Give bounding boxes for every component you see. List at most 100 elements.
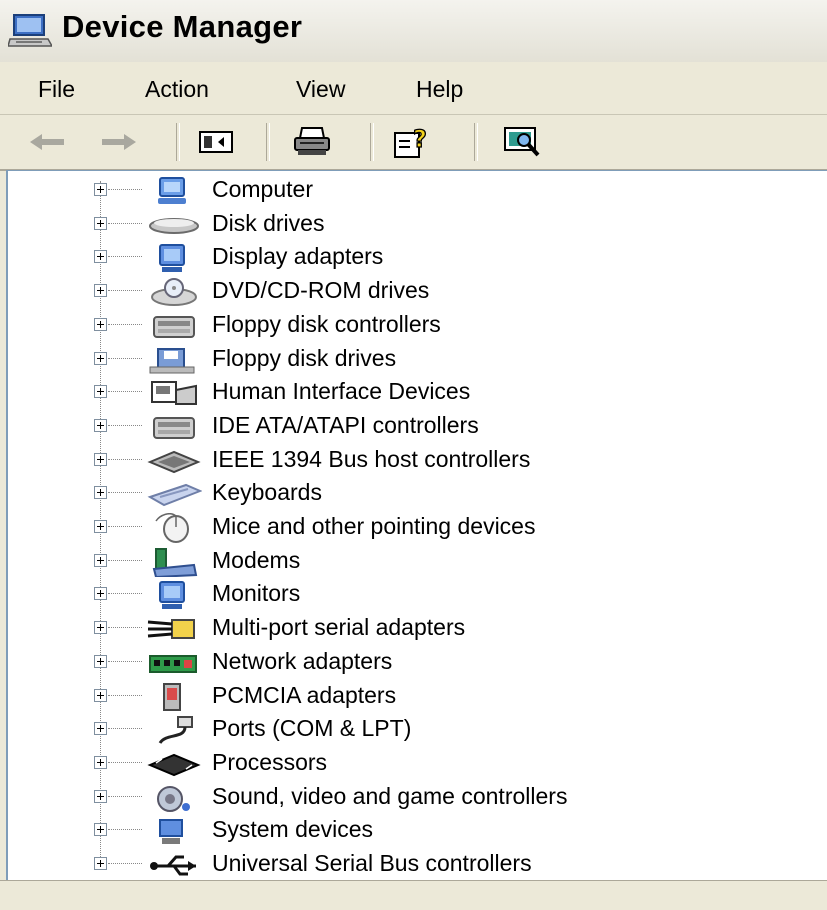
tree-item-label: Universal Serial Bus controllers [212,850,532,876]
title-bar: Device Manager [0,0,827,63]
tree-item[interactable]: IDE ATA/ATAPI controllers [8,410,808,443]
device-tree[interactable]: Computer Disk drives Display adapters DVD/C… [6,170,827,881]
sound-icon [157,785,190,812]
expand-icon[interactable] [94,587,107,601]
tree-connector [108,627,142,629]
tree-item[interactable]: Universal Serial Bus controllers [8,848,808,881]
tree-item[interactable]: Multi-port serial adapters [8,612,808,645]
help-button[interactable]: ? [390,123,434,161]
tree-item[interactable]: Ports (COM & LPT) [8,713,808,746]
menu-file[interactable]: File [38,76,75,103]
tree-connector [108,189,142,190]
tree-item[interactable]: DVD/CD-ROM drives [8,275,808,308]
tree-item-label: Keyboards [212,479,322,506]
system-device-icon [159,819,183,845]
serial-adapter-icon [147,619,195,640]
expand-icon[interactable] [94,351,107,365]
back-button[interactable] [26,123,70,161]
expand-icon[interactable] [94,317,107,331]
tree-connector [108,728,142,730]
tree-item[interactable]: Monitors [8,578,808,611]
monitor-icon [159,581,185,610]
floppy-controller-icon [153,315,195,338]
printer-icon [294,127,330,155]
expand-icon[interactable] [94,722,107,736]
tree-connector [108,323,142,325]
forward-button[interactable] [96,123,140,161]
tree-item[interactable]: PCMCIA adapters [8,680,808,713]
tree-item[interactable]: System devices [8,814,808,847]
network-adapter-icon [149,654,197,673]
expand-icon[interactable] [94,520,107,533]
tree-item-label: IDE ATA/ATAPI controllers [212,411,479,438]
tree-connector [108,256,142,258]
arrow-left-icon [30,134,64,150]
tree-item[interactable]: Floppy disk controllers [8,309,808,342]
toolbar: ? [0,114,827,171]
expand-icon[interactable] [94,452,107,466]
tree-connector [108,526,142,527]
cdrom-icon [151,278,197,307]
modem-icon [152,547,198,577]
menu-help[interactable]: Help [416,76,463,103]
tree-connector [108,222,142,224]
expand-icon[interactable] [94,654,107,668]
tree-item[interactable]: Processors [8,747,808,780]
expand-icon[interactable] [94,385,107,399]
window-title: Device Manager [62,9,303,44]
tree-item[interactable]: Human Interface Devices [8,376,808,409]
tree-connector [108,795,142,797]
expand-icon[interactable] [94,418,107,432]
tree-item[interactable]: Disk drives [8,208,808,241]
tree-item[interactable]: Mice and other pointing devices [8,511,808,544]
console-tree-icon [199,131,233,153]
tree-item[interactable]: IEEE 1394 Bus host controllers [8,444,808,477]
expand-icon[interactable] [94,823,107,837]
expand-icon[interactable] [94,216,107,230]
toolbar-separator [266,123,270,161]
expand-icon[interactable] [94,857,107,870]
menu-bar: File Action View Help [0,62,827,115]
mouse-icon [155,513,189,543]
menu-view[interactable]: View [296,76,345,103]
tree-item-label: Ports (COM & LPT) [212,715,412,742]
tree-item[interactable]: Floppy disk drives [8,343,808,376]
tree-item-label: Disk drives [212,209,325,236]
show-hide-tree-button[interactable] [194,123,238,161]
tree-item-label: System devices [212,816,374,843]
expand-icon[interactable] [94,486,107,500]
computer-icon [158,177,186,204]
expand-icon[interactable] [94,621,107,635]
expand-icon[interactable] [94,755,107,769]
tree-connector [108,761,142,763]
help-icon: ? [394,125,428,158]
expand-icon[interactable] [94,688,107,702]
device-manager-icon [8,14,52,47]
ieee1394-icon [147,450,201,473]
tree-connector [108,458,142,460]
tree-item-label: Human Interface Devices [212,378,471,405]
tree-connector [108,424,142,426]
print-button[interactable] [290,123,334,161]
tree-item[interactable]: Modems [8,545,808,578]
tree-item[interactable]: Network adapters [8,646,808,679]
keyboard-icon [147,484,202,507]
tree-item[interactable]: Display adapters [8,241,808,274]
expand-icon[interactable] [94,183,107,196]
tree-item[interactable]: Computer [8,174,808,207]
tree-item[interactable]: Keyboards [8,477,808,510]
expand-icon[interactable] [94,284,107,298]
toolbar-separator [176,123,180,161]
toolbar-separator [370,123,374,161]
tree-connector [108,593,142,595]
expand-icon[interactable] [94,789,107,803]
expand-icon[interactable] [94,553,107,567]
usb-icon [150,855,196,876]
scan-hardware-button[interactable] [500,123,544,161]
menu-action[interactable]: Action [145,76,209,103]
tree-connector [108,357,142,359]
tree-item-label: IEEE 1394 Bus host controllers [212,445,531,472]
tree-item[interactable]: Sound, video and game controllers [8,781,808,814]
expand-icon[interactable] [94,250,107,264]
tree-item-label: Floppy disk drives [212,344,397,371]
